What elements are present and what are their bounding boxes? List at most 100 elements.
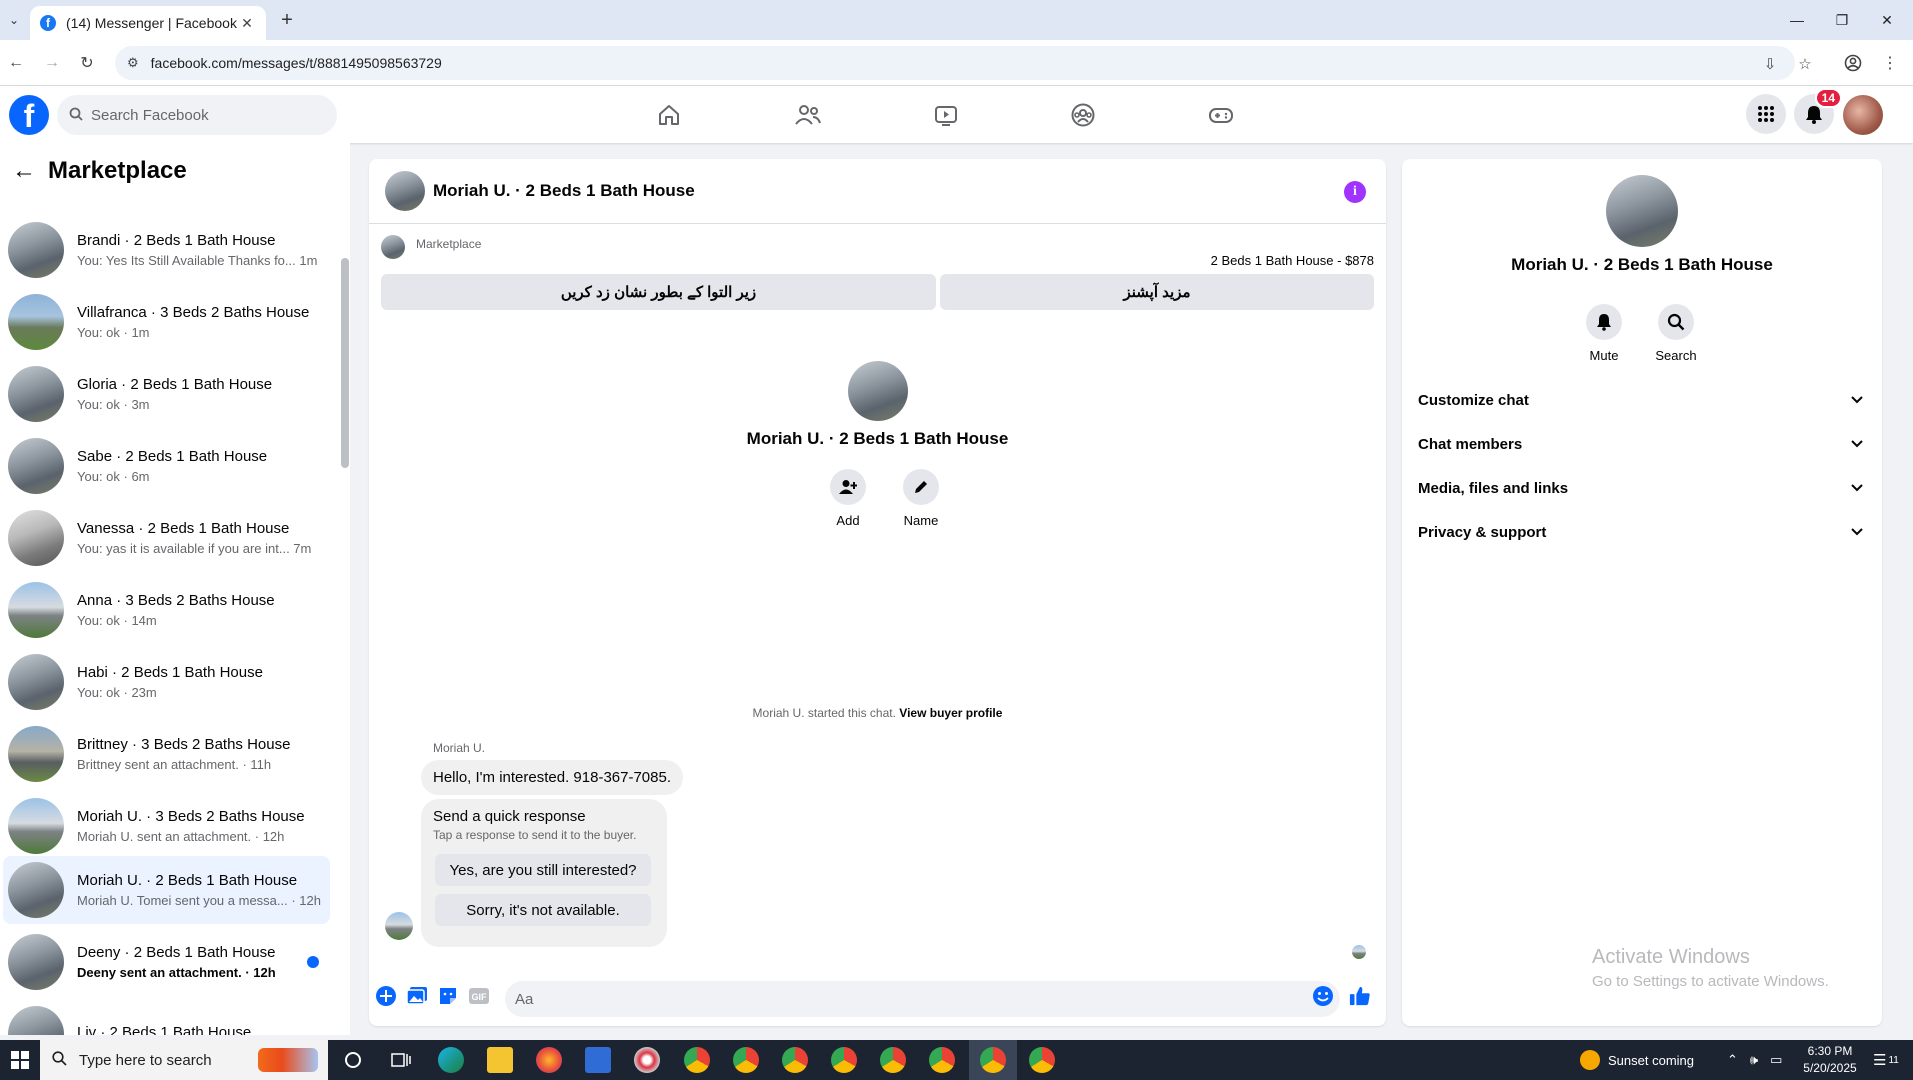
firefox-icon[interactable]: [536, 1047, 562, 1073]
conversation-item[interactable]: Anna · 3 Beds 2 Baths House You: ok · 14m: [3, 576, 330, 644]
customize-chat-section[interactable]: Customize chat: [1418, 382, 1866, 418]
gif-icon[interactable]: GIF: [468, 985, 490, 1007]
system-tray[interactable]: ⌃ 🕪 ▭: [1727, 1040, 1782, 1080]
mark-pending-button[interactable]: زیر التوا کے بطور نشان زد کریں: [381, 274, 936, 310]
facebook-logo-icon[interactable]: f: [9, 95, 49, 135]
chrome-icon[interactable]: [782, 1047, 808, 1073]
bell-icon: [1586, 304, 1622, 340]
sticker-icon[interactable]: [437, 985, 459, 1007]
conversation-item[interactable]: Vanessa · 2 Beds 1 Bath House You: yas it…: [3, 504, 330, 572]
browser-menu-icon[interactable]: ⋮: [1878, 51, 1902, 75]
chrome-icon[interactable]: [880, 1047, 906, 1073]
conversation-name: Gloria · 2 Beds 1 Bath House: [77, 376, 273, 393]
tab-search-icon[interactable]: ⌄: [4, 10, 24, 30]
mute-action[interactable]: Mute: [1574, 304, 1634, 363]
message-bubble[interactable]: Hello, I'm interested. 918-367-7085.: [421, 760, 684, 795]
omnibox[interactable]: ⚙ facebook.com/messages/t/88814950985637…: [115, 46, 1812, 80]
minimize-icon[interactable]: —: [1775, 0, 1819, 40]
conversation-name: Habi · 2 Beds 1 Bath House: [77, 664, 263, 681]
chrome-icon[interactable]: [831, 1047, 857, 1073]
media-files-links-section[interactable]: Media, files and links: [1418, 470, 1866, 506]
conversation-item[interactable]: Brandi · 2 Beds 1 Bath House You: Yes Its…: [3, 216, 330, 284]
quick-reply-not-available-button[interactable]: Sorry, it's not available.: [435, 894, 651, 926]
install-app-icon[interactable]: ⇩: [1760, 54, 1780, 74]
windows-start-icon[interactable]: [0, 1040, 40, 1080]
conversation-item-active[interactable]: Moriah U. · 2 Beds 1 Bath House Moriah U.…: [3, 856, 330, 924]
new-tab-icon[interactable]: +: [276, 9, 298, 31]
notifications-bell-icon[interactable]: 14: [1794, 88, 1842, 134]
menu-grid-icon[interactable]: [1746, 94, 1786, 134]
gaming-nav-icon[interactable]: [1201, 98, 1241, 132]
name-action[interactable]: Name: [891, 469, 951, 528]
conversation-preview: Brittney sent an attachment. · 11h: [77, 757, 272, 772]
forward-icon[interactable]: →: [40, 51, 64, 75]
conversation-preview: You: ok · 3m: [77, 397, 150, 412]
add-action[interactable]: Add: [818, 469, 878, 528]
close-window-icon[interactable]: ✕: [1865, 0, 1909, 40]
chat-members-section[interactable]: Chat members: [1418, 426, 1866, 462]
conversation-item[interactable]: Moriah U. · 3 Beds 2 Baths House Moriah U…: [3, 792, 330, 860]
notification-center-icon[interactable]: ☰ 11: [1873, 1040, 1899, 1080]
taskbar-search-input[interactable]: Type here to search: [40, 1040, 328, 1080]
privacy-support-section[interactable]: Privacy & support: [1418, 514, 1866, 550]
conversation-item[interactable]: Brittney · 3 Beds 2 Baths House Brittney …: [3, 720, 330, 788]
listing-title-price[interactable]: 2 Beds 1 Bath House - $878: [1211, 253, 1374, 268]
quick-reply-still-interested-button[interactable]: Yes, are you still interested?: [435, 854, 651, 886]
file-explorer-icon[interactable]: [487, 1047, 513, 1073]
conversation-preview: You: yas it is available if you are int.…: [77, 541, 312, 556]
name-label: Name: [903, 513, 939, 528]
conversation-item[interactable]: Deeny · 2 Beds 1 Bath House Deeny sent an…: [3, 928, 330, 996]
friends-nav-icon[interactable]: [788, 98, 828, 132]
conversation-item[interactable]: Sabe · 2 Beds 1 Bath House You: ok · 6m: [3, 432, 330, 500]
close-tab-icon[interactable]: ✕: [238, 15, 256, 32]
chrome-icon[interactable]: [684, 1047, 710, 1073]
chrome-icon[interactable]: [929, 1047, 955, 1073]
chrome-icon[interactable]: [733, 1047, 759, 1073]
emoji-icon[interactable]: [1312, 985, 1334, 1007]
back-arrow-icon[interactable]: ←: [0, 157, 48, 185]
view-buyer-profile-link[interactable]: View buyer profile: [899, 706, 1002, 720]
chrome-icon[interactable]: [1029, 1047, 1055, 1073]
app-icon[interactable]: [585, 1047, 611, 1073]
listing-thumbnail[interactable]: [381, 235, 405, 259]
conversation-item[interactable]: Villafranca · 3 Beds 2 Baths House You: o…: [3, 288, 330, 356]
task-view-icon[interactable]: [388, 1047, 414, 1073]
back-icon[interactable]: ←: [4, 51, 28, 75]
groups-nav-icon[interactable]: [1063, 98, 1103, 132]
thumbs-up-icon[interactable]: [1349, 985, 1371, 1007]
conversation-item[interactable]: Habi · 2 Beds 1 Bath House You: ok · 23m: [3, 648, 330, 716]
reload-icon[interactable]: ↻: [75, 51, 99, 75]
sidebar-scrollbar[interactable]: [341, 258, 349, 468]
weather-widget[interactable]: Sunset coming: [1580, 1040, 1694, 1080]
more-options-button[interactable]: مزید آپشنز: [940, 274, 1374, 310]
bookmark-star-icon[interactable]: ☆: [1795, 54, 1815, 74]
search-action[interactable]: Search: [1646, 304, 1706, 363]
cortana-icon[interactable]: [340, 1047, 366, 1073]
account-avatar[interactable]: [1843, 95, 1883, 135]
plus-circle-icon[interactable]: [375, 985, 397, 1007]
video-nav-icon[interactable]: [926, 98, 966, 132]
edge-icon[interactable]: [438, 1047, 464, 1073]
network-icon[interactable]: ▭: [1770, 1052, 1782, 1068]
home-nav-icon[interactable]: [649, 98, 689, 132]
volume-icon[interactable]: 🕪: [1750, 1052, 1758, 1068]
chat-avatar[interactable]: [385, 171, 425, 211]
info-icon[interactable]: i: [1344, 181, 1366, 203]
add-label: Add: [836, 513, 860, 528]
site-info-icon[interactable]: ⚙: [127, 55, 139, 71]
taskbar-clock[interactable]: 6:30 PM 5/20/2025: [1790, 1043, 1870, 1077]
restore-icon[interactable]: ❐: [1820, 0, 1864, 40]
browser-tab[interactable]: f (14) Messenger | Facebook ✕: [30, 6, 266, 40]
conversation-item[interactable]: Gloria · 2 Beds 1 Bath House You: ok · 3m: [3, 360, 330, 428]
chat-title[interactable]: Moriah U. · 2 Beds 1 Bath House: [433, 181, 695, 201]
chrome-icon-active[interactable]: [980, 1047, 1006, 1073]
mute-label: Mute: [1589, 348, 1619, 363]
facebook-search-input[interactable]: Search Facebook: [57, 95, 337, 135]
message-input[interactable]: [505, 981, 1340, 1017]
chevron-up-icon[interactable]: ⌃: [1727, 1052, 1738, 1068]
conversation-item[interactable]: Liv · 2 Beds 1 Bath House: [3, 1000, 330, 1035]
photo-icon[interactable]: [406, 985, 428, 1007]
app-icon[interactable]: [634, 1047, 660, 1073]
profile-icon[interactable]: [1841, 51, 1865, 75]
quick-response-subtitle: Tap a response to send it to the buyer.: [433, 828, 637, 842]
